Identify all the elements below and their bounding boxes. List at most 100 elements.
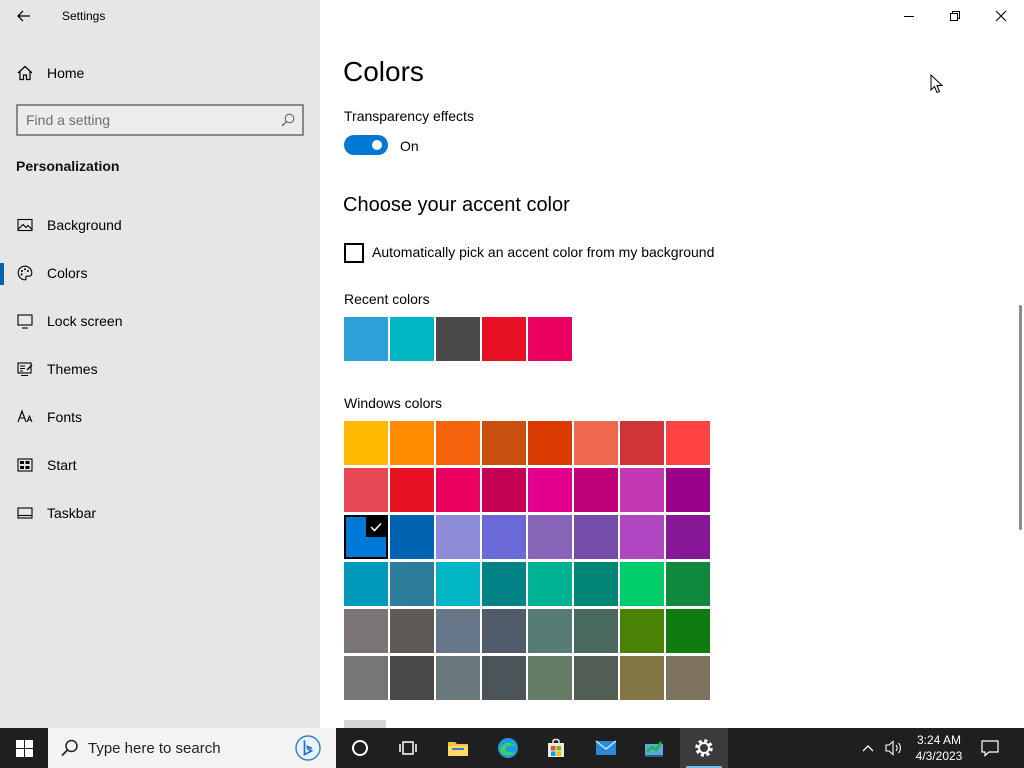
windows-color-swatch[interactable] (574, 421, 618, 465)
system-clock[interactable]: 3:24 AM 4/3/2023 (910, 732, 968, 764)
windows-color-swatch[interactable] (344, 515, 388, 559)
sidebar-item-fonts[interactable]: Fonts (0, 397, 320, 437)
themes-icon (17, 362, 33, 377)
windows-color-swatch[interactable] (620, 562, 664, 606)
windows-color-swatch[interactable] (482, 421, 526, 465)
windows-color-swatch[interactable] (666, 515, 710, 559)
chevron-up-icon[interactable] (860, 740, 876, 756)
windows-color-swatch[interactable] (390, 468, 434, 512)
windows-color-swatch[interactable] (482, 656, 526, 700)
windows-color-swatch[interactable] (344, 421, 388, 465)
sidebar-item-label: Colors (47, 265, 88, 281)
windows-color-swatch[interactable] (666, 609, 710, 653)
windows-color-swatch[interactable] (574, 656, 618, 700)
windows-color-swatch[interactable] (666, 656, 710, 700)
windows-color-swatch[interactable] (344, 468, 388, 512)
close-icon (995, 10, 1007, 22)
sidebar-item-lock-screen[interactable]: Lock screen (0, 301, 320, 341)
cortana-button[interactable] (336, 728, 384, 768)
windows-color-swatch[interactable] (482, 562, 526, 606)
auto-pick-label[interactable]: Automatically pick an accent color from … (372, 244, 714, 260)
windows-color-swatch[interactable] (482, 468, 526, 512)
settings-search-box[interactable] (16, 104, 304, 136)
windows-color-swatch[interactable] (528, 421, 572, 465)
settings-taskbar-button[interactable] (680, 728, 728, 768)
windows-color-swatch[interactable] (482, 515, 526, 559)
windows-color-swatch[interactable] (528, 515, 572, 559)
active-indicator (0, 263, 4, 285)
windows-color-swatch[interactable] (390, 656, 434, 700)
windows-color-swatch[interactable] (666, 562, 710, 606)
file-explorer-button[interactable] (434, 728, 482, 768)
windows-color-swatch[interactable] (344, 562, 388, 606)
windows-color-swatch[interactable] (666, 421, 710, 465)
taskbar-icon (17, 507, 33, 519)
windows-color-swatch[interactable] (390, 421, 434, 465)
back-button[interactable] (14, 6, 34, 26)
windows-color-swatch[interactable] (436, 656, 480, 700)
windows-color-swatch[interactable] (666, 468, 710, 512)
taskbar-search-box[interactable]: Type here to search (48, 728, 336, 768)
sidebar-item-taskbar[interactable]: Taskbar (0, 493, 320, 533)
windows-color-swatch[interactable] (620, 515, 664, 559)
restore-button[interactable] (932, 0, 978, 32)
windows-color-swatch[interactable] (620, 421, 664, 465)
windows-color-swatch[interactable] (574, 515, 618, 559)
sidebar-item-start[interactable]: Start (0, 445, 320, 485)
windows-color-swatch[interactable] (344, 609, 388, 653)
windows-color-swatch[interactable] (390, 609, 434, 653)
windows-color-swatch[interactable] (574, 609, 618, 653)
sidebar-item-background[interactable]: Background (0, 205, 320, 245)
windows-color-swatch[interactable] (620, 656, 664, 700)
sidebar-item-colors[interactable]: Colors (0, 253, 320, 293)
windows-color-swatch[interactable] (528, 468, 572, 512)
section-title: Personalization (16, 158, 120, 174)
close-button[interactable] (978, 0, 1024, 32)
sidebar-home[interactable]: Home (0, 58, 320, 88)
windows-color-swatch[interactable] (574, 562, 618, 606)
windows-color-swatch[interactable] (528, 656, 572, 700)
windows-color-swatch[interactable] (436, 515, 480, 559)
settings-search-input[interactable] (26, 111, 276, 129)
start-button[interactable] (0, 728, 48, 768)
recent-color-swatch[interactable] (528, 317, 572, 361)
store-icon (548, 738, 564, 757)
scrollbar-thumb[interactable] (1019, 305, 1022, 530)
volume-icon[interactable] (884, 738, 904, 758)
windows-color-swatch[interactable] (344, 656, 388, 700)
windows-color-swatch[interactable] (574, 468, 618, 512)
recent-color-swatch[interactable] (344, 317, 388, 361)
sidebar-item-label: Start (47, 457, 77, 473)
windows-color-swatch[interactable] (436, 609, 480, 653)
transparency-toggle[interactable] (344, 135, 388, 155)
recent-color-swatch[interactable] (436, 317, 480, 361)
windows-color-swatch[interactable] (390, 515, 434, 559)
windows-color-swatch[interactable] (528, 609, 572, 653)
windows-color-swatch[interactable] (528, 562, 572, 606)
action-center-icon[interactable] (980, 738, 1000, 758)
sidebar-item-label: Taskbar (47, 505, 97, 521)
sidebar-item-label: Lock screen (47, 313, 123, 329)
recent-colors-label: Recent colors (344, 291, 430, 307)
edge-button[interactable] (484, 728, 532, 768)
sidebar-item-themes[interactable]: Themes (0, 349, 320, 389)
windows-color-swatch[interactable] (620, 468, 664, 512)
windows-color-swatch[interactable] (390, 562, 434, 606)
cortana-icon (352, 740, 368, 756)
auto-pick-checkbox[interactable] (344, 243, 364, 263)
taskbar-search-placeholder: Type here to search (88, 740, 221, 757)
recent-color-swatch[interactable] (482, 317, 526, 361)
mail-button[interactable] (582, 728, 630, 768)
checkmark-icon (370, 522, 382, 532)
windows-color-swatch[interactable] (436, 421, 480, 465)
pinned-app-button[interactable] (630, 728, 678, 768)
store-button[interactable] (532, 728, 580, 768)
windows-color-swatch[interactable] (620, 609, 664, 653)
windows-color-swatch[interactable] (436, 562, 480, 606)
minimize-button[interactable] (886, 0, 932, 32)
windows-color-swatch[interactable] (436, 468, 480, 512)
windows-color-swatch[interactable] (482, 609, 526, 653)
recent-color-swatch[interactable] (390, 317, 434, 361)
task-view-button[interactable] (384, 728, 432, 768)
bing-icon[interactable] (294, 734, 322, 762)
